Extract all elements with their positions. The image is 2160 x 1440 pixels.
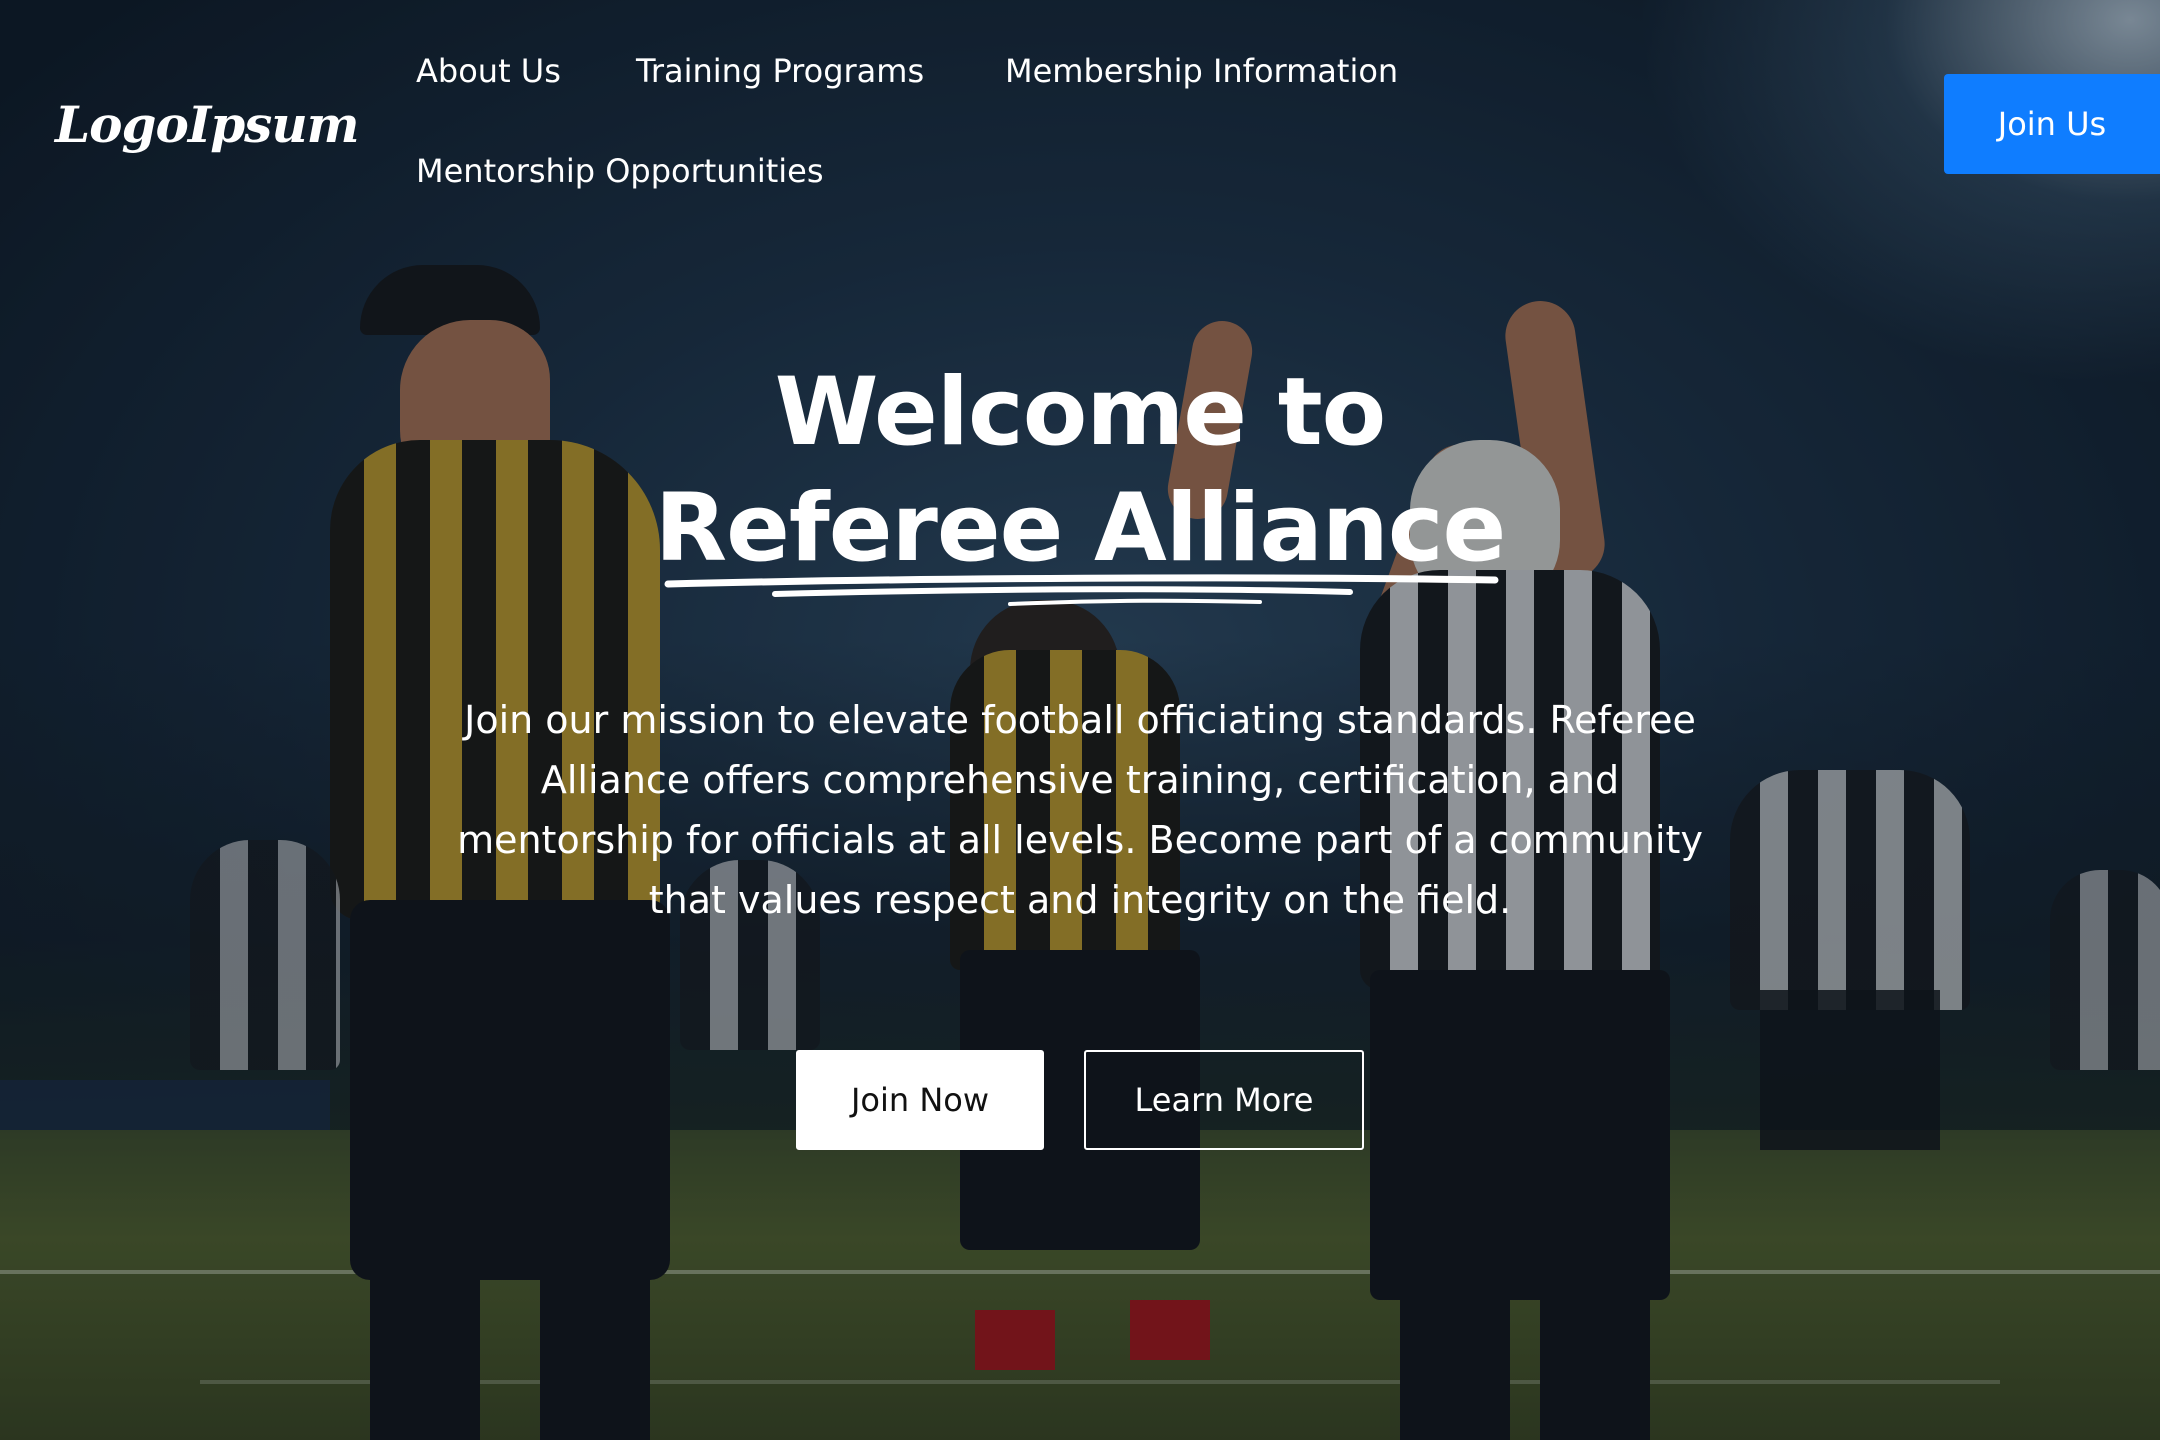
title-brush-underline xyxy=(664,574,1499,606)
hero-description: Join our mission to elevate football off… xyxy=(457,698,1703,922)
join-us-button[interactable]: Join Us xyxy=(1944,74,2160,174)
logo[interactable]: LogoIpsum xyxy=(55,95,360,154)
join-now-button[interactable]: Join Now xyxy=(796,1050,1044,1150)
hero-title-line-2: Referee Alliance xyxy=(654,474,1507,583)
nav-link-membership-information[interactable]: Membership Information xyxy=(1005,52,1398,90)
nav-link-about-us[interactable]: About Us xyxy=(416,52,561,90)
nav-link-training-programs[interactable]: Training Programs xyxy=(636,52,924,90)
nav-link-mentorship-opportunities[interactable]: Mentorship Opportunities xyxy=(416,152,824,190)
hero-title-line-1: Welcome to xyxy=(774,358,1387,467)
learn-more-button[interactable]: Learn More xyxy=(1084,1050,1364,1150)
